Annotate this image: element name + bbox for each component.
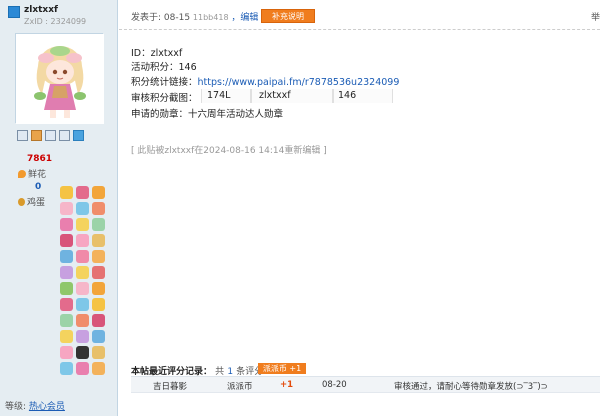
- online-status-icon: [8, 6, 20, 18]
- link-label: 积分统计链接：: [131, 77, 198, 88]
- post-main: 发表于: 08-15 11bb418 ，编辑 补充说明 举 ID：zlxtxxf…: [119, 0, 600, 416]
- medal-icon[interactable]: [76, 298, 89, 311]
- medal-icon[interactable]: [60, 202, 73, 215]
- egg-stat[interactable]: 鸡蛋: [18, 195, 45, 208]
- screenshot-cell-2: zlxtxxf: [259, 90, 291, 101]
- stats-link[interactable]: https://www.paipai.fm/r7878536u2324099: [198, 77, 400, 88]
- screenshot-cell-1: 174L: [207, 90, 231, 101]
- rating-amount: +1: [280, 380, 294, 390]
- medal-icon[interactable]: [92, 186, 105, 199]
- medal-icon[interactable]: [76, 186, 89, 199]
- content-activity-line: 活动积分：146: [131, 62, 197, 73]
- medal-icon[interactable]: [60, 298, 73, 311]
- edit-link[interactable]: ，编辑: [231, 13, 258, 23]
- post-header: 发表于: 08-15 11bb418 ，编辑 补充说明 举: [119, 0, 600, 30]
- add-friend-icon[interactable]: [31, 130, 42, 141]
- medal-icon[interactable]: [92, 202, 105, 215]
- post-time-prefix: 发表于: 08-15: [131, 13, 191, 23]
- profile-icon[interactable]: [45, 130, 56, 141]
- screenshot-cell-3: 146: [338, 90, 357, 101]
- flower-stat[interactable]: 鲜花: [18, 167, 46, 180]
- egg-label: 鸡蛋: [27, 198, 46, 208]
- medal-icon[interactable]: [76, 266, 89, 279]
- report-link[interactable]: 举: [591, 10, 600, 23]
- content-medal-line: 申请的勋章：十六周年活动达人勋章: [131, 109, 284, 120]
- medal-icon[interactable]: [92, 330, 105, 343]
- rating-user[interactable]: 吉日暮影: [153, 380, 187, 392]
- medal-icon[interactable]: [76, 346, 89, 359]
- flower-icon: [18, 170, 26, 178]
- user-sidebar: zlxtxxf ZxID : 2324099 7861 鲜花 0 鸡蛋 等级: …: [0, 0, 118, 416]
- medal-icon[interactable]: [60, 314, 73, 327]
- medal-icon[interactable]: [92, 250, 105, 263]
- medal-icon[interactable]: [76, 282, 89, 295]
- egg-icon: [18, 198, 25, 206]
- medal-icon[interactable]: [76, 362, 89, 375]
- medal-icon[interactable]: [92, 266, 105, 279]
- medal-icon[interactable]: [60, 362, 73, 375]
- medal-icon[interactable]: [60, 346, 73, 359]
- rating-date: 08-20: [322, 380, 347, 390]
- username[interactable]: zlxtxxf: [24, 5, 58, 15]
- post-time-small: 11bb418: [192, 13, 229, 22]
- avatar[interactable]: [15, 33, 104, 124]
- medal-icon[interactable]: [60, 250, 73, 263]
- level-link[interactable]: 热心会员: [29, 402, 65, 412]
- post-time: 发表于: 08-15 11bb418 ，编辑: [131, 10, 258, 23]
- medal-icon[interactable]: [76, 234, 89, 247]
- medal-icon[interactable]: [76, 250, 89, 263]
- medal-icon[interactable]: [60, 186, 73, 199]
- user-level: 等级: 热心会员: [5, 399, 65, 412]
- flower-count: 0: [35, 182, 42, 192]
- medal-icon[interactable]: [76, 202, 89, 215]
- medal-icon[interactable]: [92, 362, 105, 375]
- rating-badge[interactable]: 派派币 +1: [258, 363, 306, 374]
- rating-type: 派派币: [227, 382, 253, 392]
- table-row: 吉日暮影 派派币 +1 08-20 审核通过，请耐心等待勋章发放(⊃‾3‾)⊃: [131, 376, 600, 392]
- flower-label: 鲜花: [28, 170, 47, 180]
- content-link-line: 积分统计链接：https://www.paipai.fm/r7878536u23…: [131, 74, 399, 88]
- card-icon[interactable]: [59, 130, 70, 141]
- chart-icon[interactable]: [73, 130, 84, 141]
- medal-icon[interactable]: [60, 218, 73, 231]
- content-id-line: ID：zlxtxxf: [131, 48, 183, 59]
- medal-icon[interactable]: [92, 282, 105, 295]
- medal-icon[interactable]: [92, 218, 105, 231]
- supplement-button[interactable]: 补充说明: [261, 9, 315, 23]
- level-label: 等级:: [5, 402, 27, 412]
- medal-icon[interactable]: [60, 234, 73, 247]
- avatar-character-image: [16, 34, 104, 124]
- rating-reason: 审核通过，请耐心等待勋章发放(⊃‾3‾)⊃: [394, 382, 548, 392]
- divider: [131, 392, 600, 393]
- screenshot-label: 审核积分截图：: [131, 93, 198, 104]
- points-value: 7861: [27, 154, 53, 164]
- medal-icon[interactable]: [92, 346, 105, 359]
- medal-icon[interactable]: [76, 218, 89, 231]
- medal-icon[interactable]: [60, 330, 73, 343]
- medal-icon[interactable]: [76, 330, 89, 343]
- medal-icon[interactable]: [60, 282, 73, 295]
- medal-grid: [58, 184, 112, 396]
- medal-icon[interactable]: [60, 266, 73, 279]
- edit-notice: [ 此贴被zlxtxxf在2024-08-16 14:14重新编辑 ]: [131, 146, 327, 156]
- medal-icon[interactable]: [92, 234, 105, 247]
- message-icon[interactable]: [17, 130, 28, 141]
- user-id: ZxID : 2324099: [24, 17, 87, 26]
- medal-icon[interactable]: [92, 314, 105, 327]
- medal-icon[interactable]: [76, 314, 89, 327]
- medal-icon[interactable]: [92, 298, 105, 311]
